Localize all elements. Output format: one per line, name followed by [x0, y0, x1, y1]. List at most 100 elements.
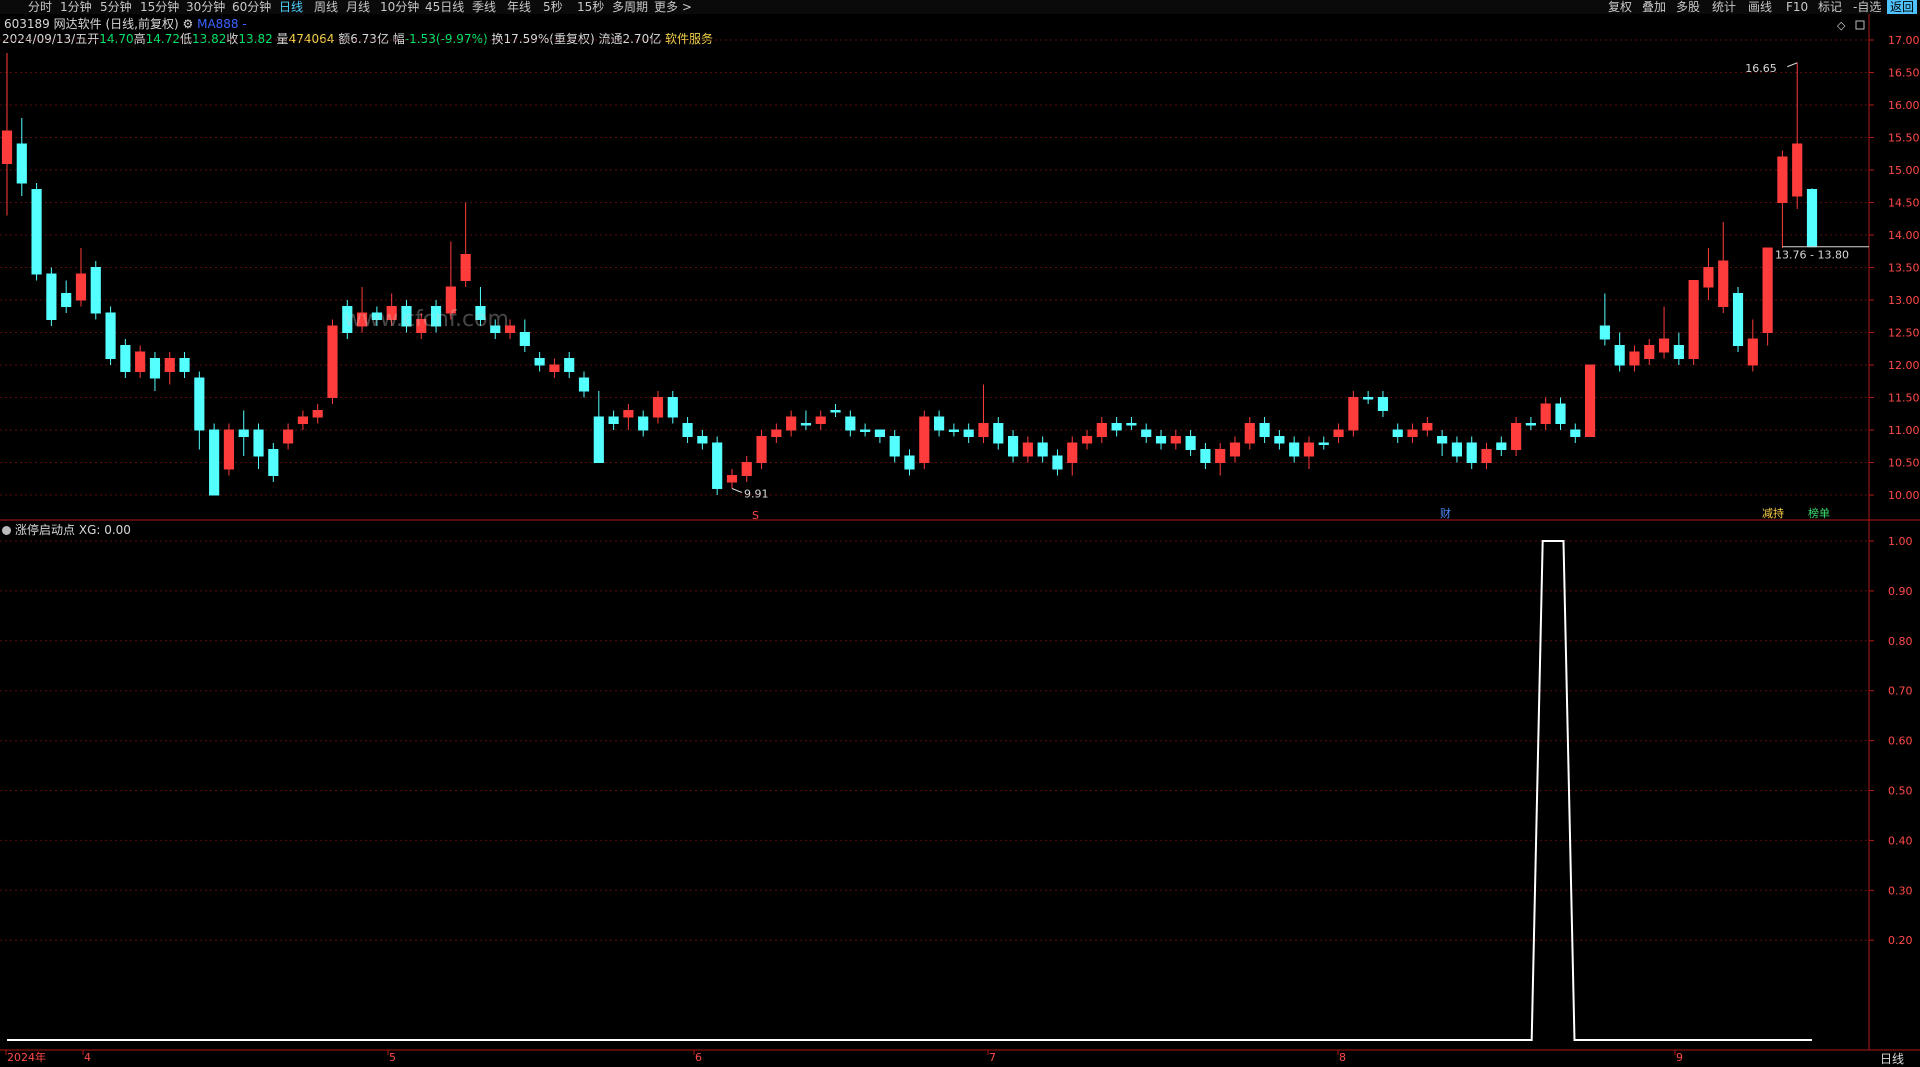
candle: [1481, 443, 1492, 469]
price-tick-label: 13.00: [1888, 294, 1920, 307]
time-tick-label: 9: [1676, 1051, 1683, 1064]
candle-body: [1540, 403, 1551, 424]
candle-body: [697, 436, 708, 444]
candle: [1525, 417, 1536, 430]
candle-body: [1584, 364, 1596, 437]
price-tick-label: 11.00: [1888, 424, 1920, 437]
candle-body: [1496, 442, 1507, 450]
time-tick-label: 8: [1339, 1051, 1346, 1064]
candle-body: [519, 332, 530, 346]
candle: [1185, 430, 1196, 456]
bangdan-marker[interactable]: 榜单: [1808, 507, 1830, 521]
candle: [741, 456, 752, 482]
candle-body: [1703, 267, 1714, 288]
candle: [1777, 150, 1788, 248]
candle-body: [948, 429, 959, 432]
candle-body: [164, 358, 175, 372]
candle: [1644, 339, 1655, 365]
candle: [149, 352, 161, 391]
candle-body: [135, 351, 146, 372]
candle-body: [1599, 325, 1610, 340]
candle: [978, 384, 989, 443]
candle: [830, 404, 841, 417]
high-pointer: [1787, 62, 1798, 68]
candle-body: [1348, 397, 1359, 431]
candle: [638, 410, 649, 437]
candle-body: [638, 416, 649, 431]
candle: [1377, 391, 1389, 417]
candle-body: [1629, 351, 1640, 366]
candle-body: [1806, 189, 1818, 248]
candle: [238, 410, 249, 456]
candle-body: [1303, 442, 1315, 457]
candle-body: [578, 377, 590, 392]
price-tick-label: 16.00: [1888, 99, 1920, 112]
candle: [1806, 188, 1818, 248]
indicator-toggle-icon[interactable]: [2, 526, 11, 535]
candle: [61, 280, 72, 313]
candle: [1422, 417, 1433, 437]
candle-body: [1732, 293, 1744, 346]
candle-body: [1762, 247, 1773, 333]
candle-body: [667, 397, 678, 418]
candle: [1111, 417, 1122, 437]
cai-marker[interactable]: 财: [1440, 507, 1451, 521]
time-tick-label: 6: [695, 1051, 702, 1064]
candle: [815, 410, 826, 430]
candle: [800, 410, 812, 430]
candle-body: [75, 273, 87, 301]
candle-body: [1096, 423, 1107, 437]
candle: [1540, 397, 1551, 430]
high-label: 16.65: [1745, 62, 1777, 75]
candle-body: [1792, 143, 1803, 197]
candle-body: [46, 273, 57, 320]
candle: [105, 306, 116, 365]
candle: [1155, 430, 1167, 450]
candle: [1052, 449, 1063, 476]
candle: [1244, 417, 1255, 450]
time-tick-label: 5: [389, 1051, 396, 1064]
candle: [860, 423, 871, 437]
candle-body: [726, 475, 738, 483]
candle: [194, 371, 205, 450]
candle-body: [904, 455, 915, 470]
candle: [1732, 287, 1744, 352]
candle: [1599, 293, 1610, 346]
candle-body: [194, 377, 205, 431]
candle: [667, 391, 678, 424]
candle: [1762, 247, 1773, 346]
candle-body: [16, 143, 27, 184]
candle-body: [1274, 436, 1285, 444]
candle: [75, 248, 87, 307]
candle: [771, 423, 782, 443]
price-tick-label: 14.00: [1888, 229, 1920, 242]
price-tick-label: 12.00: [1888, 359, 1920, 372]
candle: [1496, 436, 1507, 456]
candle-body: [815, 416, 826, 424]
candle: [578, 371, 590, 398]
candle-body: [549, 364, 560, 372]
candle-body: [830, 410, 841, 413]
candle-body: [1777, 156, 1788, 203]
candle-body: [1555, 403, 1566, 424]
candle: [1747, 319, 1758, 372]
candle-body: [1244, 423, 1255, 444]
jianchi-marker[interactable]: 减持: [1762, 507, 1784, 521]
candle-body: [1688, 280, 1699, 359]
candle-body: [1215, 449, 1226, 463]
candle-body: [31, 189, 42, 275]
candle: [120, 339, 131, 378]
timeframe-label[interactable]: 日线: [1880, 1050, 1904, 1067]
indicator-tick-label: 0.70: [1888, 685, 1913, 698]
candle-body: [919, 416, 930, 463]
s-marker[interactable]: S: [752, 509, 759, 523]
candle-body: [149, 358, 161, 379]
candle-body: [327, 325, 338, 398]
kline-chart[interactable]: 17.00 16.50 16.00 15.50 15.00 14.50 14.00 13.50…: [0, 0, 1920, 1064]
candle: [1451, 436, 1463, 463]
candle: [1303, 436, 1315, 469]
candle: [1407, 423, 1418, 443]
candle-body: [283, 429, 294, 444]
candle: [1792, 62, 1803, 209]
candle-body: [1185, 436, 1196, 450]
